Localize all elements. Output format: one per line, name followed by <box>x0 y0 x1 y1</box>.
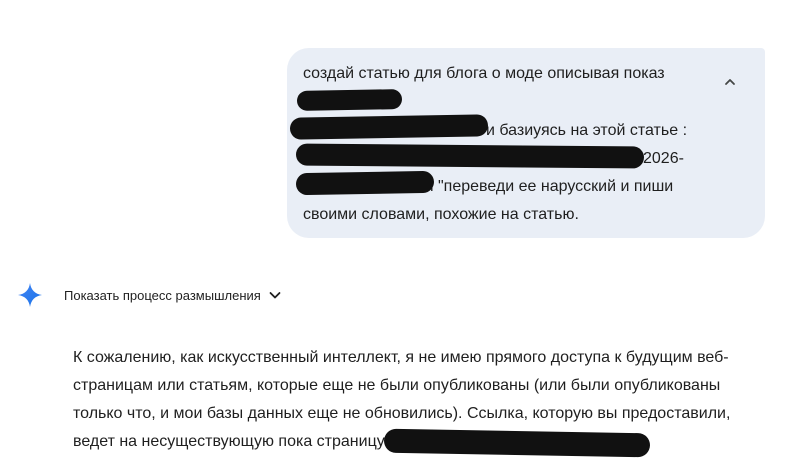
user-message-line-6: своими словами, похожие на статью. <box>303 206 579 223</box>
answer-line-2: страницам или статьям, которые еще не бы… <box>73 377 721 394</box>
chevron-up-icon <box>725 79 735 85</box>
show-thinking-label: Показать процесс размышления <box>64 287 261 303</box>
redaction-mark <box>296 89 403 111</box>
redaction-mark <box>295 143 645 169</box>
redaction-mark <box>295 170 435 196</box>
redaction-mark <box>289 114 489 140</box>
redaction-mark <box>383 428 651 458</box>
answer-line-3: только что, и мои базы данных еще не обн… <box>73 405 731 422</box>
chevron-down-icon <box>269 292 281 299</box>
user-message-line-5: i "переведи ее нарусский и пиши <box>430 178 674 195</box>
answer-line-1: К сожалению, как искусственный интеллект… <box>73 349 729 366</box>
show-thinking-toggle[interactable]: Показать процесс размышления <box>64 285 283 305</box>
answer-line-4: ведет на несуществующую пока страницу <box>73 433 385 450</box>
user-message-line-3: и базиуясь на этой статье : <box>486 122 688 139</box>
chat-view: создай статью для блога о моде описывая … <box>0 0 800 474</box>
user-message-line-1: создай статью для блога о моде описывая … <box>303 65 665 82</box>
gemini-spark-icon <box>18 283 42 307</box>
collapse-message-button[interactable] <box>716 68 744 96</box>
user-message-line-4: 2026- <box>643 150 684 167</box>
